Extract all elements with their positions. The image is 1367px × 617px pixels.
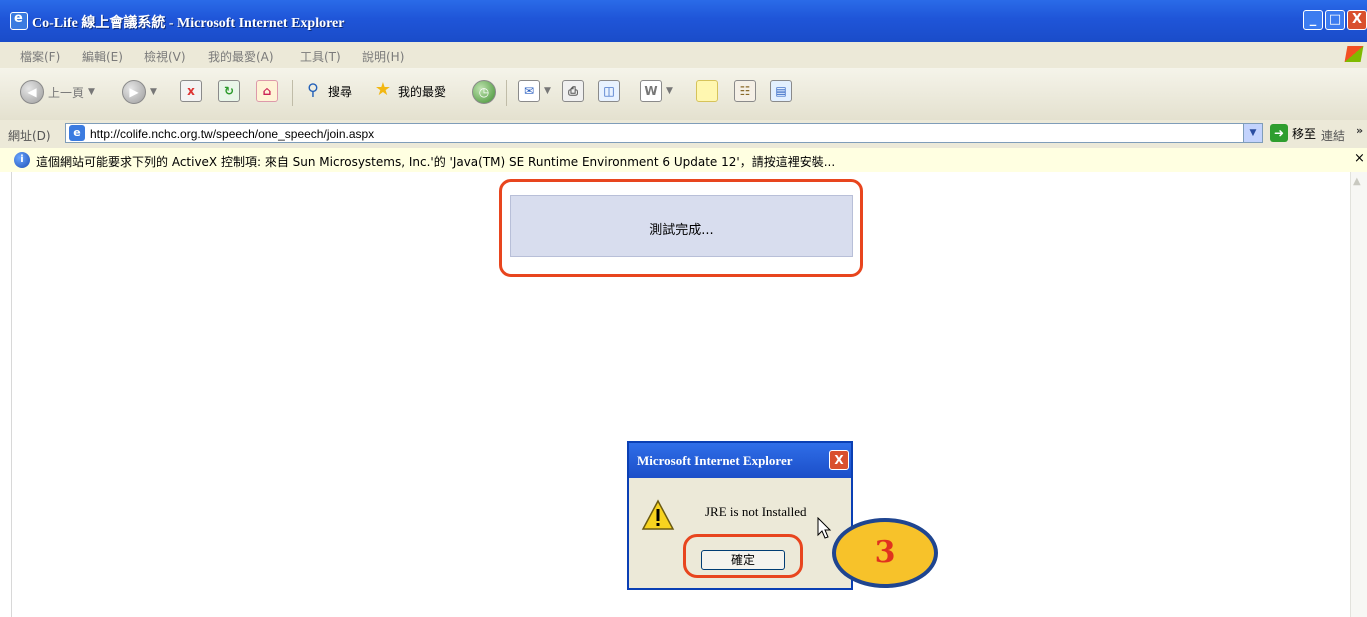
step-number-badge: 3 — [832, 518, 938, 588]
mail-icon: ✉ — [518, 80, 540, 102]
note-icon — [696, 80, 718, 102]
chevron-down-icon: ▼ — [666, 86, 673, 96]
information-bar-message[interactable]: 這個網站可能要求下列的 ActiveX 控制項: 來自 Sun Microsys… — [36, 153, 835, 170]
ie-icon — [10, 11, 28, 30]
address-input[interactable]: e http://colife.nchc.org.tw/speech/one_s… — [65, 123, 1263, 143]
minimize-button[interactable]: _ — [1303, 10, 1323, 30]
links-button[interactable]: 連結 — [1321, 127, 1345, 144]
content-left-edge — [0, 172, 12, 617]
print-icon: ⎙ — [562, 80, 584, 102]
information-bar[interactable]: i 這個網站可能要求下列的 ActiveX 控制項: 來自 Sun Micros… — [0, 148, 1367, 173]
mouse-cursor-icon — [817, 517, 832, 539]
forward-button[interactable]: ▶ ▼ — [122, 80, 157, 104]
dialog-title-bar[interactable]: Microsoft Internet Explorer X — [629, 443, 851, 478]
print-preview-icon: ◫ — [598, 80, 620, 102]
scroll-up-arrow-icon[interactable]: ▲ — [1353, 176, 1361, 187]
edit-button[interactable]: W ▼ — [640, 80, 673, 102]
chevron-down-icon: ▼ — [544, 86, 551, 96]
messenger-icon: ▤ — [770, 80, 792, 102]
address-label: 網址(D) — [8, 129, 51, 143]
window-title: Co-Life 線上會議系統 - Microsoft Internet Expl… — [32, 16, 345, 31]
toolbar: ◀ 上一頁 ▼ ▶ ▼ x ↻ ⌂ ⚲ 搜尋 ★ 我的最愛 ◷ ✉ ▼ ⎙ ◫ … — [0, 68, 1367, 121]
research-books-icon: ☷ — [734, 80, 756, 102]
dialog-message: JRE is not Installed — [705, 504, 807, 519]
home-button[interactable]: ⌂ — [256, 80, 278, 102]
vertical-scrollbar[interactable]: ▲ — [1350, 172, 1367, 617]
dialog-title: Microsoft Internet Explorer — [637, 453, 793, 468]
print-button[interactable]: ⎙ — [562, 80, 584, 102]
status-highlight-outline — [499, 179, 863, 277]
home-icon: ⌂ — [256, 80, 278, 102]
mail-button[interactable]: ✉ ▼ — [518, 80, 551, 102]
go-button[interactable]: ➜ 移至 — [1270, 124, 1316, 142]
menu-bar: 檔案(F) 編輯(E) 檢視(V) 我的最愛(A) 工具(T) 說明(H) — [0, 42, 1367, 69]
menu-view[interactable]: 檢視(V) — [144, 48, 186, 65]
messenger-button[interactable]: ▤ — [770, 80, 792, 102]
title-bar: Co-Life 線上會議系統 - Microsoft Internet Expl… — [0, 0, 1367, 42]
address-bar: 網址(D) e http://colife.nchc.org.tw/speech… — [0, 120, 1367, 149]
page-icon: e — [69, 125, 85, 141]
edit-document-icon: W — [640, 80, 662, 102]
go-arrow-icon: ➜ — [1270, 124, 1288, 142]
address-dropdown-icon[interactable]: ▼ — [1243, 124, 1262, 142]
address-url[interactable]: http://colife.nchc.org.tw/speech/one_spe… — [90, 127, 374, 141]
links-more-icon[interactable]: » — [1356, 124, 1363, 137]
history-button[interactable]: ◷ — [472, 80, 496, 104]
dialog-close-button[interactable]: X — [829, 450, 849, 470]
toolbar-separator — [292, 80, 293, 106]
back-arrow-icon: ◀ — [20, 80, 44, 104]
windows-logo-icon — [1344, 46, 1364, 62]
menu-tools[interactable]: 工具(T) — [300, 48, 341, 65]
toolbar-separator — [506, 80, 507, 106]
information-bar-close-button[interactable]: × — [1354, 151, 1365, 166]
refresh-button[interactable]: ↻ — [218, 80, 240, 102]
favorites-star-icon: ★ — [374, 79, 392, 100]
print-preview-button[interactable]: ◫ — [598, 80, 620, 102]
shield-icon: i — [14, 152, 30, 168]
chevron-down-icon: ▼ — [88, 87, 95, 97]
search-button[interactable]: ⚲ 搜尋 — [302, 80, 352, 102]
back-button[interactable]: ◀ 上一頁 ▼ — [20, 80, 95, 104]
favorites-label: 我的最愛 — [398, 84, 447, 99]
favorites-button[interactable]: ★ 我的最愛 — [372, 80, 446, 102]
menu-help[interactable]: 說明(H) — [362, 48, 404, 65]
warning-icon — [641, 499, 675, 530]
history-icon: ◷ — [472, 80, 496, 104]
back-label: 上一頁 — [48, 85, 85, 100]
stop-button[interactable]: x — [180, 80, 202, 102]
go-label: 移至 — [1292, 126, 1317, 141]
forward-arrow-icon: ▶ — [122, 80, 146, 104]
research-button[interactable]: ☷ — [734, 80, 756, 102]
maximize-button[interactable]: □ — [1325, 10, 1345, 30]
menu-favorites[interactable]: 我的最愛(A) — [208, 48, 274, 65]
search-icon: ⚲ — [307, 80, 319, 99]
stop-icon: x — [180, 80, 202, 102]
menu-edit[interactable]: 編輯(E) — [82, 48, 123, 65]
chevron-down-icon: ▼ — [150, 87, 157, 97]
refresh-icon: ↻ — [218, 80, 240, 102]
ok-button-highlight-outline — [683, 534, 803, 578]
menu-file[interactable]: 檔案(F) — [20, 48, 60, 65]
search-label: 搜尋 — [328, 84, 353, 99]
discuss-button[interactable] — [696, 80, 718, 102]
close-window-button[interactable]: X — [1347, 10, 1367, 30]
